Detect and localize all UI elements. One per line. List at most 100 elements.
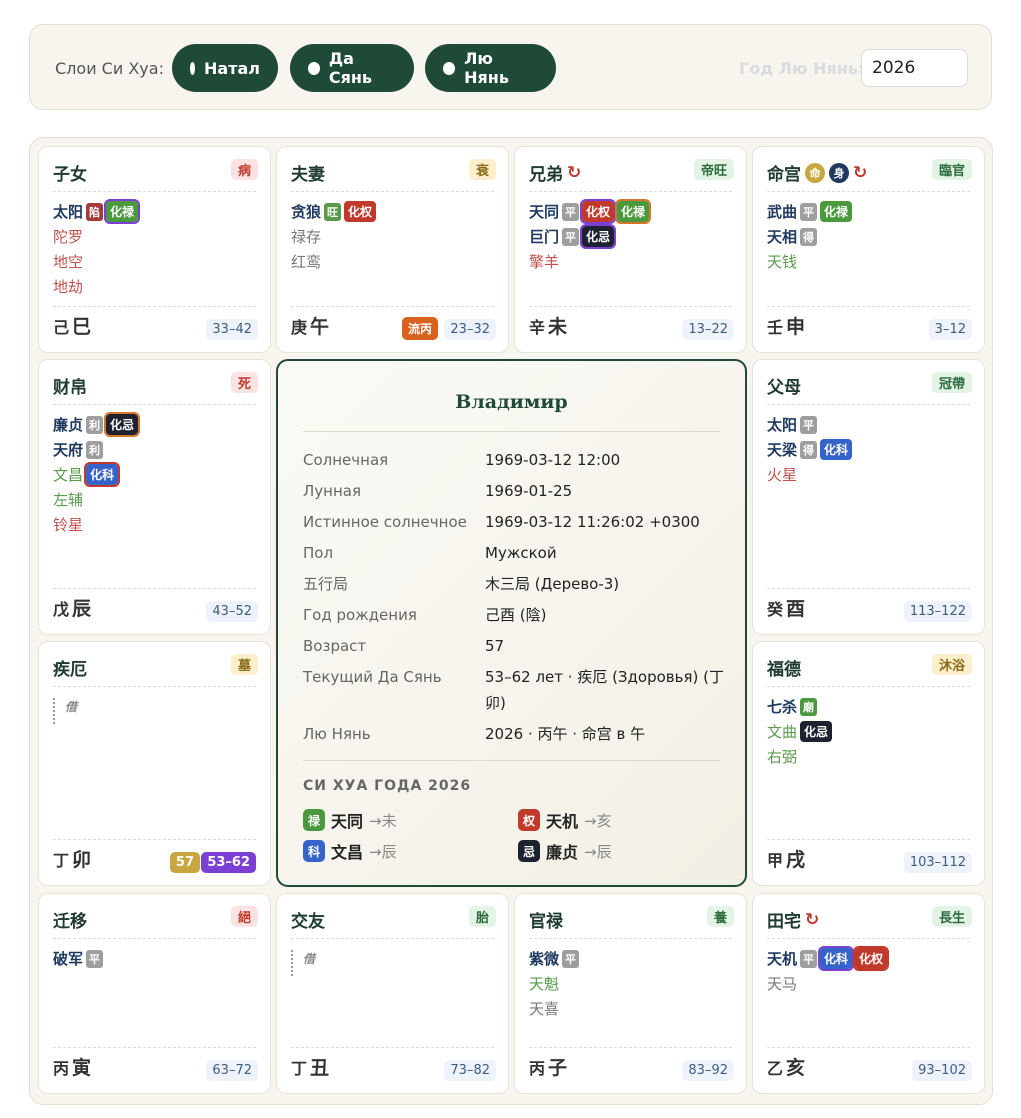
star-item: 太阳平 bbox=[767, 412, 974, 437]
palace-qianyi[interactable]: 迁移 絕 破军平 丙寅 63–72 bbox=[38, 893, 271, 1094]
stem-branch: 丁丑 bbox=[291, 1057, 330, 1079]
palace-name: 交友 bbox=[291, 912, 325, 932]
star-item: 文曲 化忌 bbox=[767, 719, 974, 744]
hua-badge: 化禄 bbox=[820, 201, 853, 222]
star-item: 地劫 bbox=[53, 278, 84, 296]
palace-fuqi[interactable]: 夫妻 衰 贪狼旺化权 禄存 红鸾 庚午 流丙 23–32 bbox=[276, 146, 509, 353]
palace-name: 子女 bbox=[53, 165, 87, 185]
toggle-dot-icon bbox=[308, 61, 320, 75]
cycle-icon: ↻ bbox=[805, 909, 820, 930]
hua-badge: 化忌 bbox=[104, 412, 141, 437]
star-item: 天相得 bbox=[767, 224, 974, 249]
star-item: 廉贞利化忌 bbox=[53, 412, 260, 437]
divider bbox=[529, 938, 732, 939]
palace-xiongdi[interactable]: 兄弟 ↻ 帝旺 天同平化权 化禄 巨门平化忌 擎羊 辛未 13–22 bbox=[514, 146, 747, 353]
brightness-badge: 利 bbox=[86, 440, 104, 459]
year-input[interactable] bbox=[861, 49, 968, 87]
hua-badge: 化忌 bbox=[800, 721, 833, 742]
brightness-badge: 得 bbox=[800, 227, 818, 246]
palace-jie[interactable]: 疾厄 墓 借 丁卯 57 53–62 bbox=[38, 641, 271, 886]
layer-toolbar: Слои Си Хуа: Натал Да Сянь Лю Нянь Год Л… bbox=[29, 24, 992, 110]
star-list: 武曲平化禄 天相得 天钱 bbox=[767, 199, 974, 274]
star-item: 破军平 bbox=[53, 946, 260, 971]
star-item: 禄存 bbox=[291, 228, 322, 246]
current-age-tag: 57 bbox=[169, 852, 200, 873]
hua-badge: 化权 bbox=[853, 946, 890, 971]
palace-fumu[interactable]: 父母 冠帶 太阳平 天梁得化科 火星 癸酉 113–122 bbox=[752, 359, 985, 635]
star-item: 天钱 bbox=[767, 253, 798, 271]
star-list: 贪狼旺化权 禄存 红鸾 bbox=[291, 199, 498, 274]
stage-badge: 臨官 bbox=[931, 159, 972, 180]
brightness-badge: 平 bbox=[800, 949, 818, 968]
layers-label: Слои Си Хуа: bbox=[55, 59, 164, 78]
hua-badge: 化禄 bbox=[615, 199, 652, 224]
divider bbox=[767, 686, 970, 687]
divider bbox=[767, 306, 970, 307]
palace-fude[interactable]: 福德 沐浴 七杀廟 文曲 化忌 右弼 甲戌 103–112 bbox=[752, 641, 985, 886]
palace-name: 夫妻 bbox=[291, 165, 325, 185]
toggle-dot-icon bbox=[443, 61, 456, 75]
divider bbox=[291, 306, 494, 307]
age-range: 113–122 bbox=[903, 601, 972, 622]
divider bbox=[767, 191, 970, 192]
stem-branch: 丁卯 bbox=[53, 849, 92, 871]
stage-badge: 死 bbox=[230, 372, 258, 393]
life-palace-badge: 命 bbox=[805, 162, 825, 183]
info-row: Год рождения 己酉 (陰) bbox=[303, 606, 547, 624]
divider bbox=[529, 1047, 732, 1048]
age-range: 23–32 bbox=[444, 319, 496, 340]
liu-nian-toggle[interactable]: Лю Нянь bbox=[425, 44, 556, 92]
divider bbox=[303, 431, 720, 432]
divider bbox=[767, 588, 970, 589]
star-item: 地空 bbox=[53, 253, 84, 271]
natal-toggle[interactable]: Натал bbox=[172, 44, 278, 92]
star-item: 天魁 bbox=[529, 975, 560, 993]
stage-badge: 帝旺 bbox=[693, 159, 734, 180]
stem-branch: 癸酉 bbox=[767, 598, 806, 620]
cycle-icon: ↻ bbox=[853, 162, 868, 183]
star-item: 天府利 bbox=[53, 437, 260, 462]
divider bbox=[291, 191, 494, 192]
divider bbox=[53, 191, 256, 192]
stem-branch: 庚午 bbox=[291, 316, 330, 338]
brightness-badge: 利 bbox=[86, 415, 104, 434]
divider bbox=[767, 404, 970, 405]
palace-tianzhai[interactable]: 田宅 ↻ 長生 天机平化科 化权 天马 乙亥 93–102 bbox=[752, 893, 985, 1094]
age-range: 103–112 bbox=[903, 852, 972, 873]
stem-branch: 乙亥 bbox=[767, 1057, 806, 1079]
info-row: 五行局 木三局 (Дерево-3) bbox=[303, 575, 620, 593]
star-item: 贪狼旺化权 bbox=[291, 199, 498, 224]
info-row: Истинное солнечное 1969-03-12 11:26:02 +0… bbox=[303, 513, 700, 531]
palace-name: 田宅 ↻ bbox=[767, 909, 820, 933]
stem-branch: 壬申 bbox=[767, 316, 806, 338]
palace-guanlu[interactable]: 官禄 養 紫微平 天魁 天喜 丙子 83–92 bbox=[514, 893, 747, 1094]
star-item: 天梁得化科 bbox=[767, 437, 974, 462]
star-list: 紫微平 天魁 天喜 bbox=[529, 946, 736, 1021]
stage-badge: 冠帶 bbox=[931, 372, 972, 393]
palace-jiaoyou[interactable]: 交友 胎 借 丁丑 73–82 bbox=[276, 893, 509, 1094]
palace-ming[interactable]: 命宫命身 ↻ 臨官 武曲平化禄 天相得 天钱 壬申 3–12 bbox=[752, 146, 985, 353]
sihua-ji: 忌廉贞 →辰 bbox=[518, 839, 612, 863]
brightness-badge: 廟 bbox=[800, 697, 818, 716]
brightness-badge: 得 bbox=[800, 440, 818, 459]
brightness-badge: 平 bbox=[562, 949, 580, 968]
star-list: 廉贞利化忌 天府利 文昌 化科 左辅 铃星 bbox=[53, 412, 260, 537]
divider bbox=[529, 191, 732, 192]
info-row: Солнечная 1969-03-12 12:00 bbox=[303, 451, 621, 469]
divider bbox=[529, 306, 732, 307]
star-item: 红鸾 bbox=[291, 253, 322, 271]
star-item: 铃星 bbox=[53, 516, 84, 534]
star-item: 紫微平 bbox=[529, 946, 736, 971]
star-item: 武曲平化禄 bbox=[767, 199, 974, 224]
palace-name: 疾厄 bbox=[53, 660, 87, 680]
palace-zinu[interactable]: 子女 病 太阳陷化禄 陀罗 地空 地劫 己巳 33–42 bbox=[38, 146, 271, 353]
star-item: 天马 bbox=[767, 975, 798, 993]
da-xian-toggle[interactable]: Да Сянь bbox=[290, 44, 414, 92]
divider bbox=[767, 1047, 970, 1048]
palace-caibo[interactable]: 财帛 死 廉贞利化忌 天府利 文昌 化科 左辅 铃星 戊辰 43–52 bbox=[38, 359, 271, 635]
star-list: 破军平 bbox=[53, 946, 260, 971]
current-da-xian-tag: 53–62 bbox=[201, 852, 256, 873]
stage-badge: 衰 bbox=[468, 159, 496, 180]
sihua-quan: 权天机 →亥 bbox=[518, 808, 612, 832]
hua-badge: 化忌 bbox=[580, 224, 617, 249]
